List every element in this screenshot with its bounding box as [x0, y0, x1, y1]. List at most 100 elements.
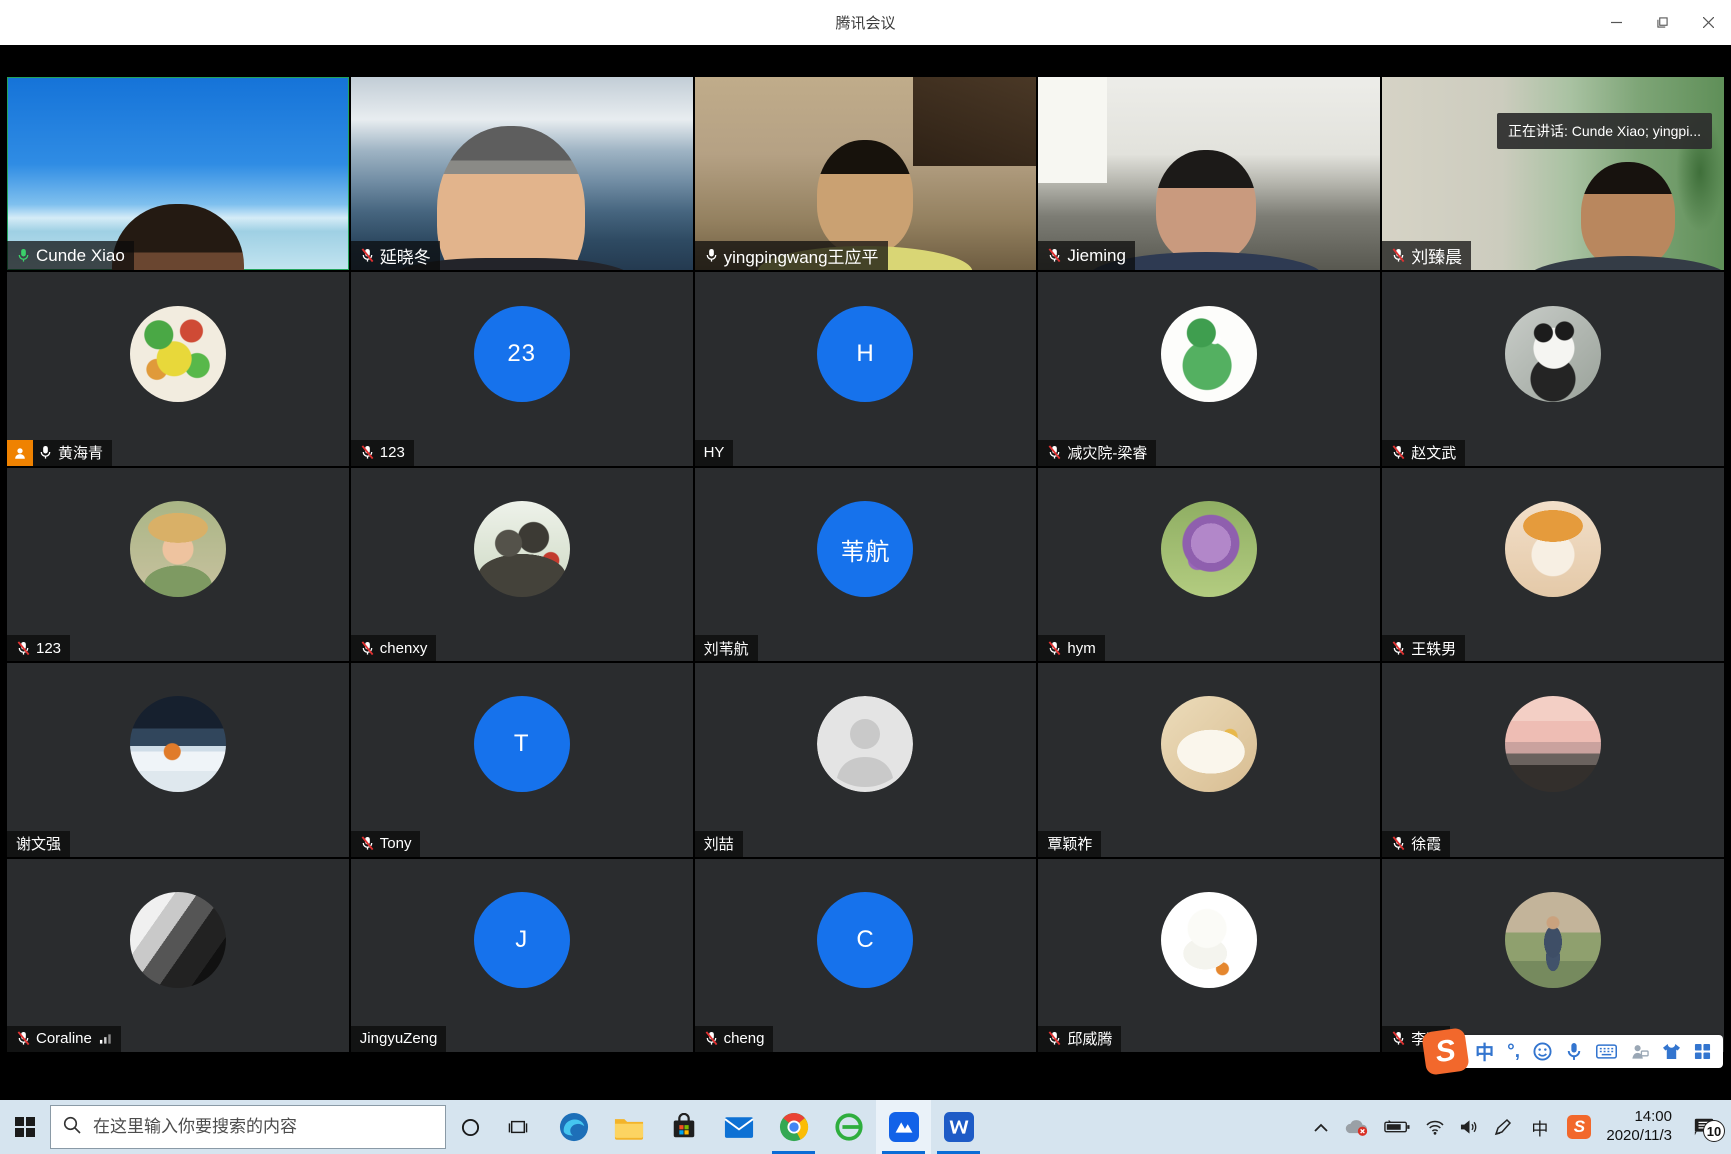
mic-muted-icon: [1391, 445, 1406, 460]
participant-name: Cunde Xiao: [36, 246, 125, 266]
participant-label: Coraline: [7, 1026, 121, 1052]
participant-grid: Cunde Xiao 延晓冬 yingpingwang王应平 Jieming 刘…: [7, 77, 1724, 1052]
participant-tile[interactable]: C cheng: [695, 859, 1037, 1052]
participant-tile[interactable]: Jieming: [1038, 77, 1380, 270]
participant-tile[interactable]: 苇航 刘苇航: [695, 468, 1037, 661]
participant-tile[interactable]: 李琰: [1382, 859, 1724, 1052]
taskbar-search-box[interactable]: [50, 1105, 446, 1149]
participant-tile[interactable]: 赵文武: [1382, 272, 1724, 465]
participant-name: 123: [36, 640, 61, 657]
mic-muted-icon: [1047, 445, 1062, 460]
ie-taskbar-icon[interactable]: [821, 1100, 876, 1154]
avatar-initials: T: [474, 696, 570, 792]
sogou-tray-icon[interactable]: S: [1567, 1115, 1591, 1139]
volume-icon[interactable]: [1460, 1119, 1479, 1135]
tencent-meeting-taskbar-icon[interactable]: [876, 1100, 931, 1154]
participant-tile[interactable]: 王轶男: [1382, 468, 1724, 661]
tray-chevron-up-icon[interactable]: [1314, 1123, 1328, 1132]
avatar-initials: 苇航: [817, 501, 913, 597]
emoji-icon[interactable]: [1533, 1042, 1552, 1061]
chrome-taskbar-icon[interactable]: [766, 1100, 821, 1154]
pen-ink-icon[interactable]: [1494, 1118, 1512, 1136]
start-button[interactable]: [0, 1100, 50, 1154]
participant-tile[interactable]: 刘喆: [695, 663, 1037, 856]
participant-label: 徐霞: [1382, 831, 1450, 857]
word-taskbar-icon[interactable]: [931, 1100, 986, 1154]
participant-label: JingyuZeng: [351, 1026, 447, 1052]
participant-tile[interactable]: 邱威腾: [1038, 859, 1380, 1052]
avatar-image-cat-hat: [1505, 501, 1601, 597]
participant-tile[interactable]: 徐霞: [1382, 663, 1724, 856]
participant-label: Cunde Xiao: [7, 241, 134, 270]
participant-name: 123: [380, 444, 405, 461]
participant-tile[interactable]: 23 123: [351, 272, 693, 465]
avatar-image-sunset: [1505, 696, 1601, 792]
participant-label: Tony: [351, 831, 421, 857]
system-tray: 中 S 14:00 2020/11/3 10: [1314, 1100, 1731, 1154]
participant-tile[interactable]: T Tony: [351, 663, 693, 856]
sogou-logo-icon[interactable]: S: [1421, 1027, 1470, 1076]
task-view-button[interactable]: [494, 1100, 542, 1154]
participant-tile[interactable]: 延晓冬: [351, 77, 693, 270]
participant-tile[interactable]: Coraline: [7, 859, 349, 1052]
participant-name: 刘喆: [704, 833, 734, 854]
notification-center-button[interactable]: 10: [1687, 1112, 1721, 1142]
participant-label: 刘苇航: [695, 635, 758, 661]
wifi-icon[interactable]: [1425, 1119, 1445, 1135]
mail-taskbar-icon[interactable]: [711, 1100, 766, 1154]
sogou-ime-toolbar[interactable]: S 中 °,: [1429, 1035, 1723, 1068]
mic-on-icon: [704, 248, 719, 263]
close-button[interactable]: [1685, 0, 1731, 45]
host-badge-icon: [7, 440, 33, 466]
participant-tile[interactable]: hym: [1038, 468, 1380, 661]
avatar-initials: H: [817, 306, 913, 402]
participant-tile[interactable]: 覃颖祚: [1038, 663, 1380, 856]
store-taskbar-icon[interactable]: [656, 1100, 711, 1154]
participant-tile[interactable]: 黄海青: [7, 272, 349, 465]
participant-label: yingpingwang王应平: [695, 241, 888, 270]
avatar-default-silhouette: [817, 696, 913, 792]
avatar-initials: C: [817, 892, 913, 988]
maximize-button[interactable]: [1639, 0, 1685, 45]
ime-indicator[interactable]: 中: [1527, 1112, 1552, 1143]
participant-label: 覃颖祚: [1038, 831, 1101, 857]
participant-label: 刘喆: [695, 831, 743, 857]
onedrive-error-icon[interactable]: [1343, 1118, 1369, 1137]
participant-tile[interactable]: yingpingwang王应平: [695, 77, 1037, 270]
clock-time: 14:00: [1606, 1108, 1672, 1127]
skin-tshirt-icon[interactable]: [1662, 1043, 1681, 1060]
search-input[interactable]: [91, 1116, 433, 1138]
participant-tile[interactable]: 减灾院-梁睿: [1038, 272, 1380, 465]
toolbox-grid-icon[interactable]: [1694, 1043, 1711, 1060]
battery-icon[interactable]: [1384, 1120, 1410, 1134]
participant-label: 刘臻晨: [1382, 241, 1471, 270]
participant-tile[interactable]: 123: [7, 468, 349, 661]
avatar-image-snow: [130, 696, 226, 792]
window-titlebar: 腾讯会议: [0, 0, 1731, 45]
participant-tile[interactable]: Cunde Xiao: [7, 77, 349, 270]
search-icon: [63, 1116, 81, 1139]
edge-taskbar-icon[interactable]: [546, 1100, 601, 1154]
participant-name: 邱威腾: [1067, 1028, 1112, 1049]
ime-punctuation-icon[interactable]: °,: [1507, 1041, 1520, 1063]
participant-label: 123: [351, 440, 414, 466]
file-explorer-taskbar-icon[interactable]: [601, 1100, 656, 1154]
participant-tile[interactable]: J JingyuZeng: [351, 859, 693, 1052]
participant-tile[interactable]: 刘臻晨 正在讲话: Cunde Xiao; yingpi...: [1382, 77, 1724, 270]
participant-label: cheng: [695, 1026, 774, 1052]
mic-muted-icon: [360, 248, 375, 263]
mic-muted-icon: [704, 1031, 719, 1046]
participant-label: 王轶男: [1382, 635, 1465, 661]
person-night-mode-icon[interactable]: [1630, 1043, 1649, 1060]
participant-tile[interactable]: H HY: [695, 272, 1037, 465]
ime-chinese-mode-icon[interactable]: 中: [1475, 1038, 1494, 1065]
participant-tile[interactable]: chenxy: [351, 468, 693, 661]
participant-tile[interactable]: 谢文强: [7, 663, 349, 856]
cortana-button[interactable]: [446, 1100, 494, 1154]
participant-name: 延晓冬: [380, 243, 431, 268]
voice-input-icon[interactable]: [1565, 1042, 1583, 1061]
taskbar-clock[interactable]: 14:00 2020/11/3: [1606, 1108, 1672, 1146]
minimize-button[interactable]: [1593, 0, 1639, 45]
keyboard-icon[interactable]: [1596, 1044, 1617, 1059]
participant-label: 延晓冬: [351, 241, 440, 270]
